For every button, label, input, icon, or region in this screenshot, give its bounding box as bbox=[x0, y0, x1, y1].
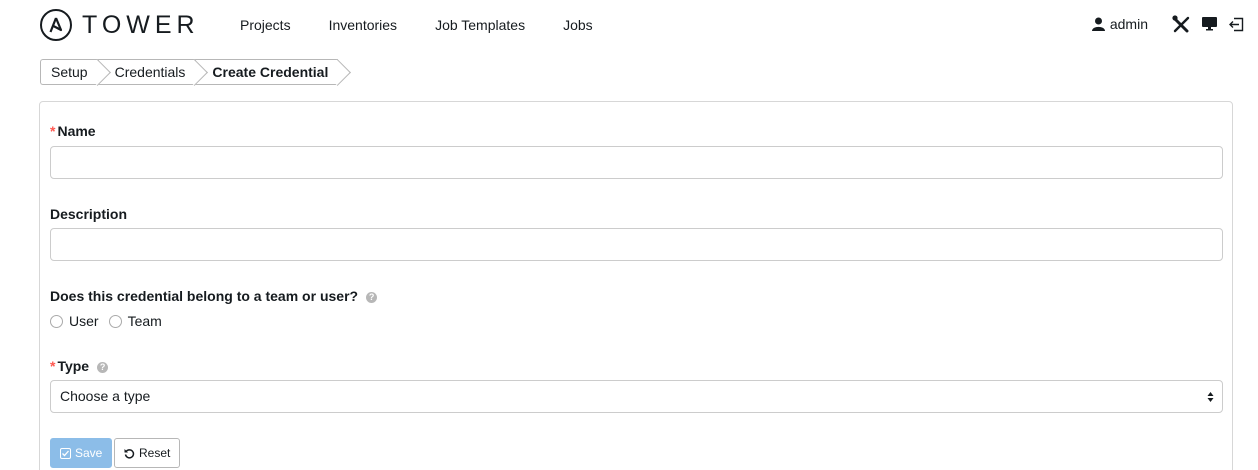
brand-name: TOWER bbox=[82, 10, 200, 39]
name-label: * Name bbox=[50, 123, 96, 139]
setup-button[interactable] bbox=[1172, 15, 1190, 33]
type-select[interactable]: Choose a type bbox=[50, 380, 1223, 413]
top-navbar: TOWER Projects Inventories Job Templates… bbox=[0, 0, 1258, 55]
breadcrumb: Setup Credentials Create Credential bbox=[40, 59, 339, 85]
username: admin bbox=[1109, 16, 1148, 32]
breadcrumb-credentials[interactable]: Credentials bbox=[97, 59, 196, 85]
user-icon bbox=[1091, 17, 1105, 31]
type-label: * Type? bbox=[50, 358, 109, 374]
ansible-logo-icon bbox=[40, 9, 72, 41]
nav-inventories[interactable]: Inventories bbox=[329, 17, 397, 33]
logout-button[interactable] bbox=[1229, 17, 1244, 32]
monitor-button[interactable] bbox=[1202, 17, 1217, 31]
logout-icon bbox=[1229, 17, 1244, 31]
reset-button[interactable]: Reset bbox=[114, 438, 181, 468]
radio-team-circle[interactable] bbox=[108, 314, 122, 328]
owner-question-label: Does this credential belong to a team or… bbox=[50, 288, 378, 304]
question-circle-icon[interactable]: ? bbox=[366, 292, 378, 303]
header-tools: admin bbox=[1091, 15, 1244, 33]
select-caret-icon bbox=[1207, 392, 1214, 402]
breadcrumb-current: Create Credential bbox=[195, 59, 339, 85]
monitor-icon bbox=[1202, 17, 1217, 31]
required-mark: * bbox=[50, 123, 56, 139]
breadcrumb-setup[interactable]: Setup bbox=[40, 59, 98, 85]
nav-job-templates[interactable]: Job Templates bbox=[435, 17, 525, 33]
name-input[interactable] bbox=[50, 146, 1223, 179]
brand-logo[interactable]: TOWER bbox=[40, 9, 200, 41]
radio-team[interactable]: Team bbox=[108, 313, 162, 329]
user-menu[interactable]: admin bbox=[1091, 16, 1148, 32]
description-input[interactable] bbox=[50, 228, 1223, 261]
question-circle-icon[interactable]: ? bbox=[97, 362, 109, 373]
save-button[interactable]: Save bbox=[50, 438, 113, 468]
type-select-value: Choose a type bbox=[60, 388, 151, 404]
radio-user[interactable]: User bbox=[50, 313, 99, 329]
undo-icon bbox=[124, 448, 135, 459]
credential-form-panel: * Name Description Does this credential b… bbox=[39, 101, 1233, 470]
check-square-icon bbox=[60, 447, 71, 459]
main-nav: Projects Inventories Job Templates Jobs bbox=[240, 17, 631, 33]
owner-radio-group: User Team bbox=[50, 313, 172, 329]
wrench-screwdriver-icon bbox=[1172, 15, 1190, 33]
nav-projects[interactable]: Projects bbox=[240, 17, 291, 33]
description-label: Description bbox=[50, 206, 128, 222]
nav-jobs[interactable]: Jobs bbox=[563, 17, 593, 33]
required-mark: * bbox=[50, 358, 56, 374]
radio-user-circle[interactable] bbox=[50, 314, 63, 328]
